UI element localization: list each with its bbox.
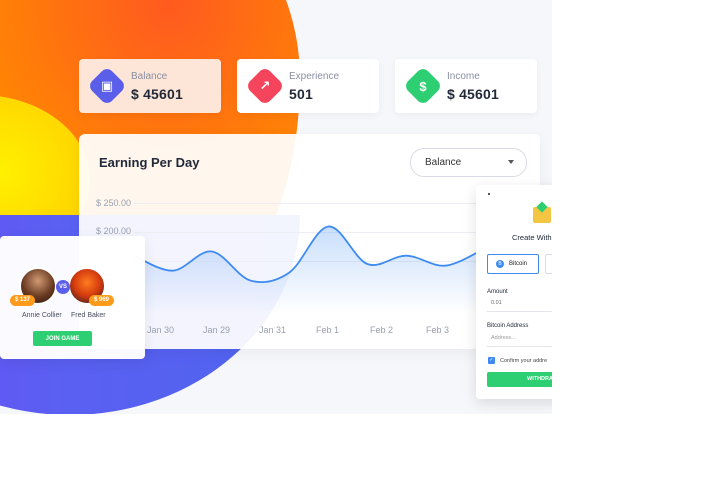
stat-label: Experience [289,71,340,82]
withdraw-button[interactable]: WITHDRA [487,372,552,387]
tab-label: Bitcoin [509,261,528,267]
dollar-icon: $ [419,78,427,94]
confirm-label: Confirm your addre [500,358,548,364]
x-tick-label: Jan 31 [259,325,287,335]
x-tick-label: Feb 2 [370,325,394,335]
amount-input[interactable]: 0.01 [491,300,502,306]
stat-label: Balance [131,71,168,82]
dot-icon [488,193,490,195]
join-game-button[interactable]: JOIN GAME [33,331,92,346]
x-tick-label: Jan 29 [203,325,231,335]
bitcoin-icon: B [496,260,504,268]
wallet-icon [533,207,551,223]
x-tick-label: Jan 30 [147,325,175,335]
stat-card-income[interactable]: $ Income $ 45601 [395,59,537,113]
coin-badge: $ 969 [89,295,115,306]
stat-value: $ 45601 [447,86,500,102]
withdraw-card: Create With B Bitcoin Amount 0.01 Bitcoi… [476,185,552,399]
wallet-icon: ▣ [100,78,114,93]
trend-up-icon: ↗ [259,78,271,93]
withdraw-title: Create With [512,233,552,242]
confirm-checkbox[interactable]: ✓ [488,357,495,364]
stat-label: Income [447,71,480,82]
tab-other[interactable] [545,254,552,274]
earning-line-chart [133,225,485,314]
tab-bitcoin[interactable]: B Bitcoin [487,254,539,274]
game-match-card: VS $ 137 $ 969 Annie Collier Fred Baker … [0,236,145,359]
vs-badge: VS [56,280,70,294]
chart-area-fill [134,226,484,314]
dashboard-scene: ▣ Balance $ 45601 ↗ Experience 501 $ Inc… [0,0,552,414]
field-underline [487,311,552,312]
player-name: Annie Collier [22,312,62,319]
coin-badge: $ 137 [10,295,36,306]
earning-chart-card: Earning Per Day Balance $ 250.00 $ 200.0… [79,134,540,349]
stat-card-balance[interactable]: ▣ Balance $ 45601 [79,59,221,113]
address-label: Bitcoin Address [487,323,529,329]
amount-label: Amount [487,289,508,295]
stat-value: $ 45601 [131,86,184,102]
x-tick-label: Feb 3 [426,325,450,335]
stat-value: 501 [289,86,313,102]
field-underline [487,346,552,347]
x-tick-label: Feb 1 [316,325,340,335]
address-input[interactable]: Address... [491,335,516,341]
stat-card-experience[interactable]: ↗ Experience 501 [237,59,379,113]
player-name: Fred Baker [71,312,106,319]
